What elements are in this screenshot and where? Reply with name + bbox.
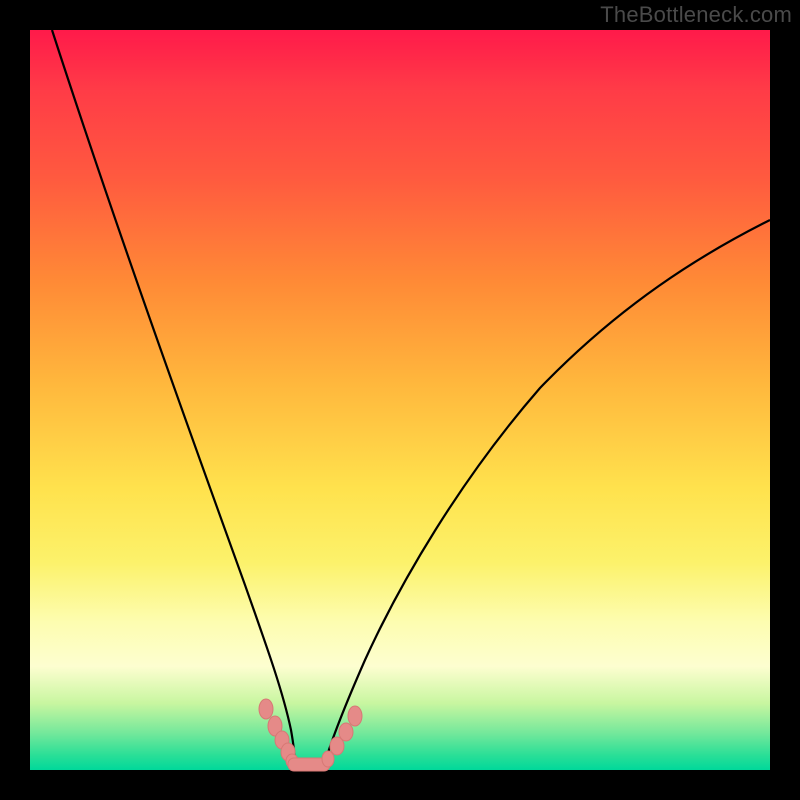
right-marker-1 <box>322 751 334 767</box>
right-curve <box>324 220 770 766</box>
watermark-text: TheBottleneck.com <box>600 2 792 28</box>
plot-area <box>30 30 770 770</box>
left-curve <box>52 30 295 766</box>
bottleneck-curve-svg <box>30 30 770 770</box>
right-marker-4 <box>348 706 362 726</box>
chart-frame: TheBottleneck.com <box>0 0 800 800</box>
right-marker-3 <box>339 723 353 741</box>
left-marker-1 <box>259 699 273 719</box>
